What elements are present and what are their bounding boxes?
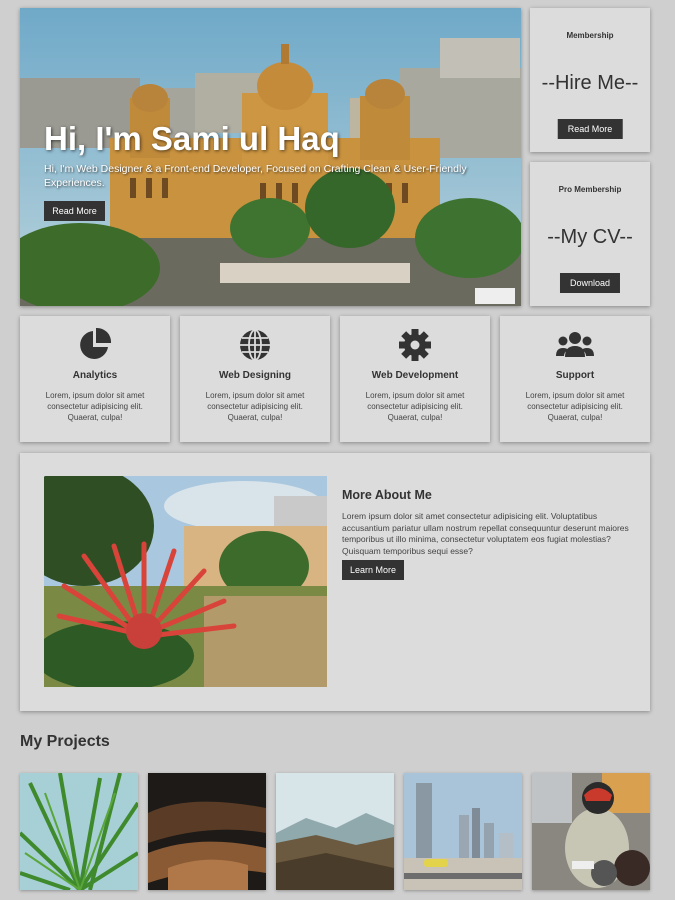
project-thumbnail[interactable] xyxy=(532,773,650,890)
project-thumbnail[interactable] xyxy=(20,773,138,890)
service-title: Web Development xyxy=(371,370,459,381)
pro-membership-label: Pro Membership xyxy=(558,185,622,194)
service-title: Web Designing xyxy=(218,370,292,381)
service-card-web-development: Web Development Lorem, ipsum dolor sit a… xyxy=(340,316,490,442)
about-section: More About Me Lorem ipsum dolor sit amet… xyxy=(20,453,650,711)
download-button[interactable]: Download xyxy=(559,273,621,293)
project-thumbnail[interactable] xyxy=(404,773,522,890)
service-card-support: Support Lorem, ipsum dolor sit amet cons… xyxy=(500,316,650,442)
palm-leaves-image xyxy=(20,773,138,890)
mechanic-image xyxy=(532,773,650,890)
pie-chart-icon xyxy=(80,327,112,359)
about-photo xyxy=(44,476,327,687)
service-card-analytics: Analytics Lorem, ipsum dolor sit amet co… xyxy=(20,316,170,442)
city-skyline-image xyxy=(404,773,522,890)
service-card-web-designing: Web Designing Lorem, ipsum dolor sit ame… xyxy=(180,316,330,442)
hero-title: Hi, I'm Sami ul Haq xyxy=(44,120,340,157)
canyon-image xyxy=(148,773,266,890)
hero-subtitle: Hi, I'm Web Designer & a Front-end Devel… xyxy=(44,163,467,189)
pro-membership-card: Pro Membership --My CV-- Download xyxy=(530,162,650,306)
globe-icon xyxy=(240,329,270,361)
service-description: Lorem, ipsum dolor sit amet consectetur … xyxy=(205,391,305,422)
about-title: More About Me xyxy=(342,488,432,502)
service-title: Analytics xyxy=(72,370,118,381)
service-description: Lorem, ipsum dolor sit amet consectetur … xyxy=(525,391,625,422)
membership-card: Membership --Hire Me-- Read More xyxy=(530,8,650,152)
membership-read-more-button[interactable]: Read More xyxy=(557,119,623,139)
service-description: Lorem, ipsum dolor sit amet consectetur … xyxy=(365,391,465,422)
hero-banner: Hi, I'm Sami ul Haq Hi, I'm Web Designer… xyxy=(20,8,521,306)
mountains-image xyxy=(276,773,394,890)
service-title: Support xyxy=(555,370,595,381)
hire-me-heading: --Hire Me-- xyxy=(541,72,639,94)
service-description: Lorem, ipsum dolor sit amet consectetur … xyxy=(45,391,145,422)
hero-read-more-button[interactable]: Read More xyxy=(44,201,105,221)
learn-more-button[interactable]: Learn More xyxy=(342,560,404,580)
membership-label: Membership xyxy=(566,31,614,40)
about-text: Lorem ipsum dolor sit amet consectetur a… xyxy=(342,511,629,556)
users-icon xyxy=(556,332,594,357)
projects-title: My Projects xyxy=(20,733,110,750)
gear-icon xyxy=(399,329,431,361)
project-thumbnail[interactable] xyxy=(276,773,394,890)
project-thumbnail[interactable] xyxy=(148,773,266,890)
my-cv-heading: --My CV-- xyxy=(547,226,633,248)
